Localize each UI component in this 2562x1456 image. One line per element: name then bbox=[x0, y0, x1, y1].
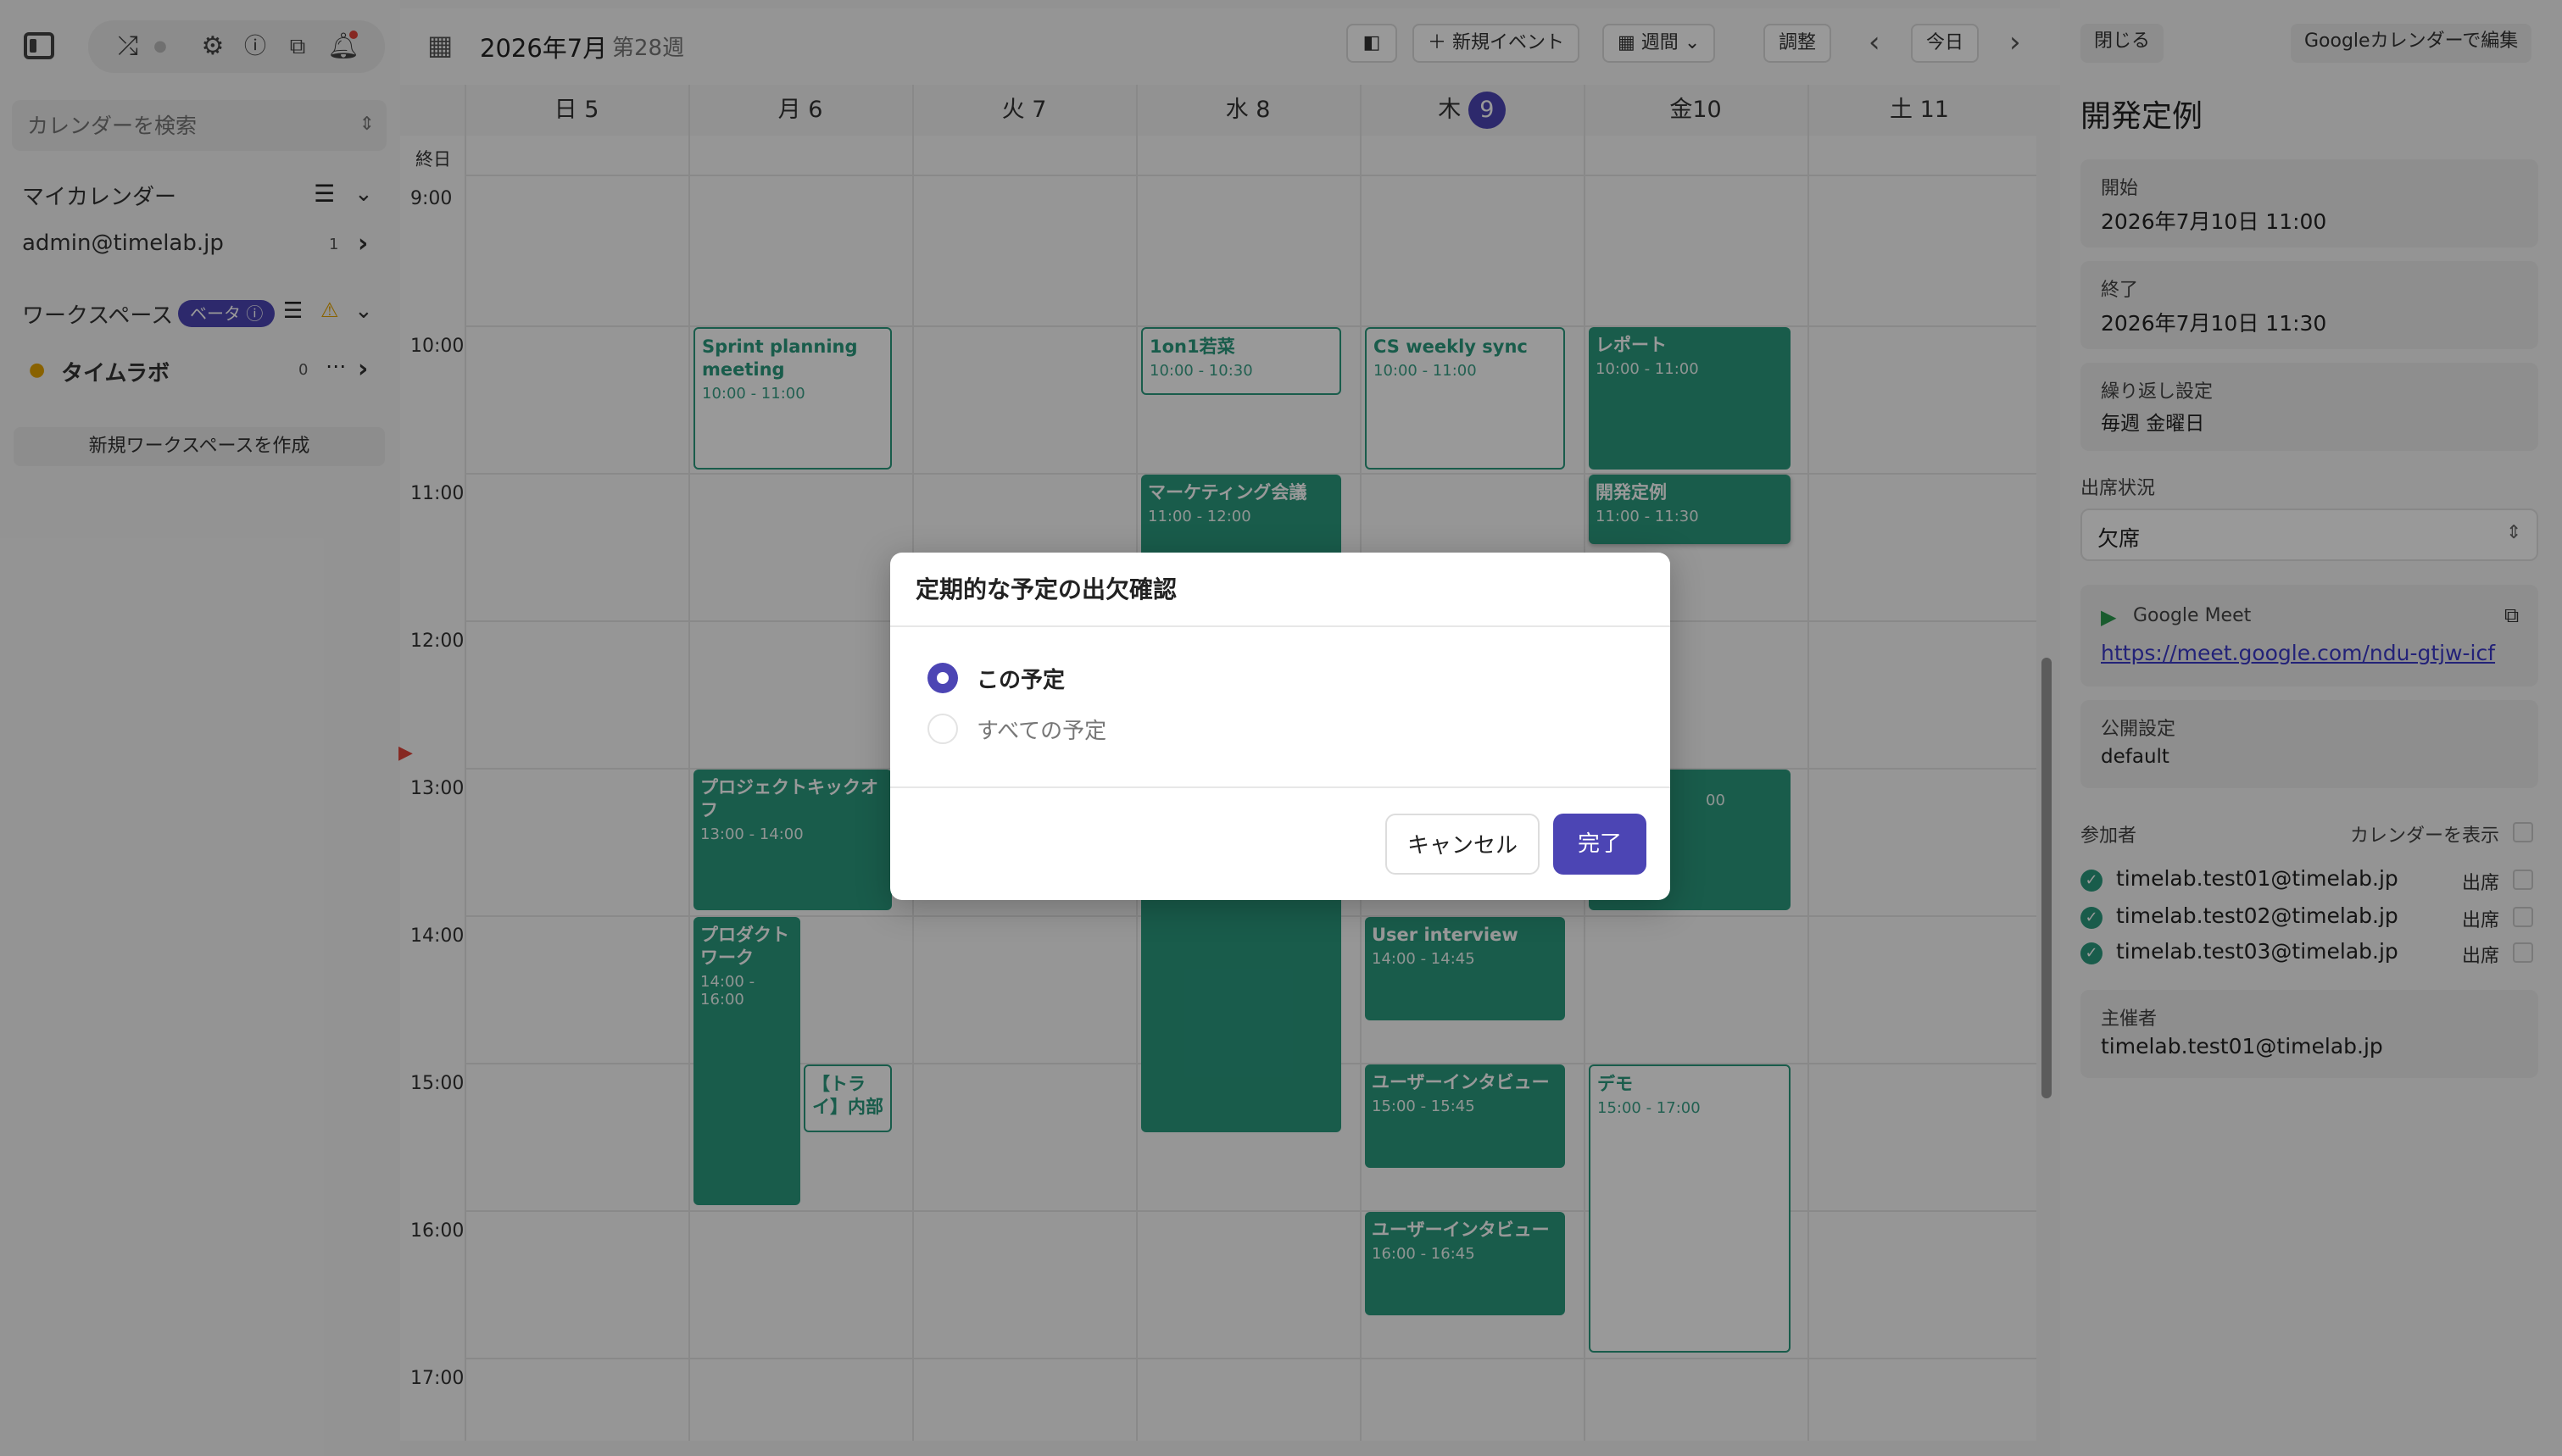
done-button[interactable]: 完了 bbox=[1553, 814, 1646, 875]
radio-this-event-label[interactable]: この予定 bbox=[977, 663, 1065, 694]
dialog-divider bbox=[890, 625, 1670, 627]
cancel-button[interactable]: キャンセル bbox=[1385, 814, 1540, 875]
dialog-divider bbox=[890, 786, 1670, 788]
radio-this-event[interactable] bbox=[927, 663, 958, 693]
radio-all-events-label[interactable]: すべての予定 bbox=[977, 714, 1106, 745]
dialog-title: 定期的な予定の出欠確認 bbox=[916, 575, 1178, 603]
recurring-attendance-dialog: 定期的な予定の出欠確認 この予定 すべての予定 キャンセル 完了 bbox=[890, 553, 1670, 900]
radio-all-events[interactable] bbox=[927, 714, 958, 744]
